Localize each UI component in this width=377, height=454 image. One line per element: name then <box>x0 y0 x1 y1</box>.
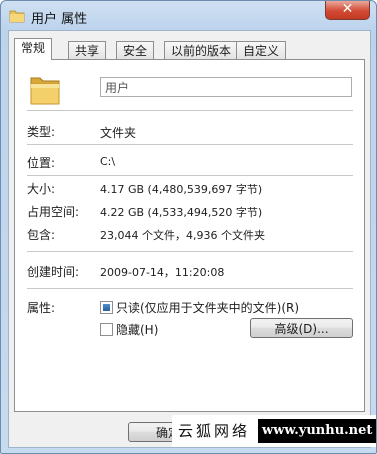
watermark-url: www.yunhu.net <box>258 419 377 443</box>
properties-window: 用户 属性 ✕ 常规 共享 安全 以前的版本 自定义 类型: 文件夹 位置: C… <box>0 0 377 454</box>
separator <box>27 251 353 253</box>
tab-customize[interactable]: 自定义 <box>236 41 287 60</box>
size-on-disk-label: 占用空间: <box>27 205 80 219</box>
folder-icon <box>9 10 25 23</box>
created-value: 2009-07-14，11:20:08 <box>100 266 225 279</box>
advanced-button[interactable]: 高级(D)... <box>250 318 353 338</box>
separator <box>27 110 353 112</box>
folder-icon <box>30 77 60 105</box>
type-label: 类型: <box>27 125 56 139</box>
tab-sharing[interactable]: 共享 <box>68 41 107 60</box>
window-title: 用户 属性 <box>31 12 88 27</box>
size-on-disk-value: 4.22 GB (4,533,494,520 字节) <box>100 206 263 219</box>
location-label: 位置: <box>27 156 56 170</box>
tab-general[interactable]: 常规 <box>14 38 53 60</box>
dialog-client-area: 常规 共享 安全 以前的版本 自定义 类型: 文件夹 位置: C:\ 大小: 4… <box>8 30 371 448</box>
close-button[interactable]: ✕ <box>325 1 370 20</box>
watermark-text: 云狐网络 <box>178 422 251 440</box>
readonly-checkbox-label[interactable]: 只读(仅应用于文件夹中的文件)(R) <box>116 299 299 316</box>
created-label: 创建时间: <box>27 265 80 279</box>
separator <box>27 288 353 290</box>
separator <box>27 144 353 146</box>
separator <box>27 175 353 177</box>
folder-name-input[interactable] <box>100 77 352 97</box>
general-tab-panel: 类型: 文件夹 位置: C:\ 大小: 4.17 GB (4,480,539,6… <box>14 59 365 412</box>
hidden-checkbox-label[interactable]: 隐藏(H) <box>116 321 158 338</box>
size-value: 4.17 GB (4,480,539,697 字节) <box>100 183 263 196</box>
hidden-checkbox[interactable] <box>100 323 113 336</box>
contains-value: 23,044 个文件，4,936 个文件夹 <box>100 229 265 242</box>
location-value: C:\ <box>100 155 116 168</box>
type-value: 文件夹 <box>100 126 137 140</box>
size-label: 大小: <box>27 182 56 196</box>
tab-previous-versions[interactable]: 以前的版本 <box>164 41 239 60</box>
readonly-checkbox[interactable] <box>100 301 113 314</box>
tab-security[interactable]: 安全 <box>116 41 155 60</box>
contains-label: 包含: <box>27 228 56 242</box>
watermark: 云狐网络 www.yunhu.net <box>172 415 377 447</box>
title-bar[interactable]: 用户 属性 ✕ <box>1 1 376 31</box>
attributes-label: 属性: <box>27 301 56 315</box>
